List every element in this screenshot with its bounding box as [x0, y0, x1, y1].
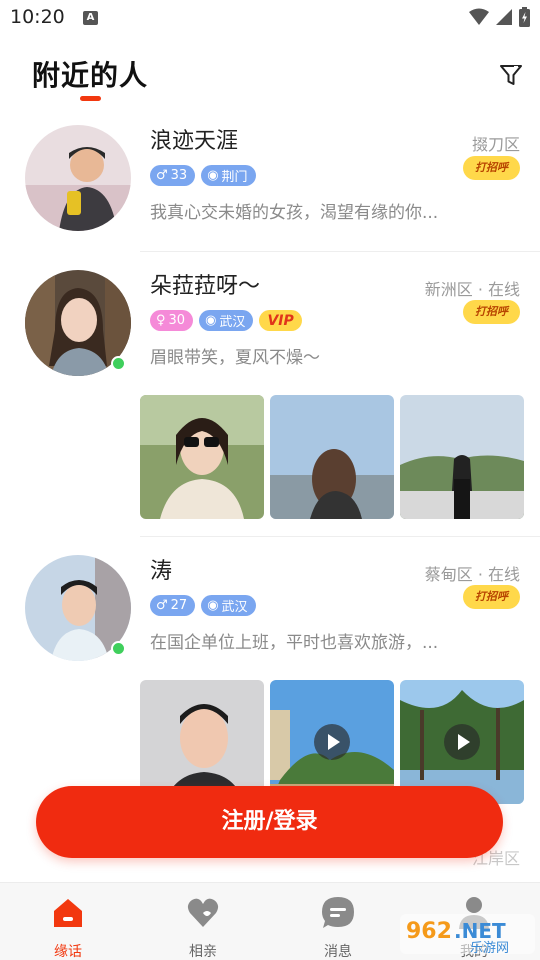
message-icon	[322, 897, 354, 928]
nav-label: 相亲	[189, 944, 217, 960]
signal-icon	[496, 9, 512, 25]
nav-item-messages[interactable]: 消息	[298, 891, 378, 960]
greet-button[interactable]: 打招呼	[463, 585, 520, 609]
user-tags: ♀ 30 ◉ 武汉 VIP	[150, 310, 302, 331]
city-value: 武汉	[221, 600, 248, 615]
city-value: 武汉	[219, 315, 246, 330]
nav-item-home[interactable]: 缘话	[28, 891, 108, 960]
status-time: 10:20	[10, 6, 65, 28]
wifi-icon	[469, 8, 489, 25]
header: 附近的人	[0, 40, 540, 106]
user-location: 蔡甸区 · 在线	[424, 565, 520, 584]
photo-thumbnail[interactable]	[400, 395, 524, 519]
city-tag: ◉ 武汉	[201, 595, 256, 616]
greet-button[interactable]: 打招呼	[463, 300, 520, 324]
age-tag: ♂ 27	[150, 595, 196, 616]
user-bio: 眉眼带笑，夏风不燥～	[150, 348, 320, 368]
location-pin-icon: ◉	[207, 168, 219, 183]
nav-label: 消息	[324, 944, 352, 960]
title-active-indicator	[80, 96, 101, 101]
battery-icon	[519, 7, 530, 27]
user-name[interactable]: 涛	[150, 553, 172, 585]
online-indicator	[111, 356, 126, 371]
female-icon: ♀	[156, 313, 166, 328]
photo-gallery	[140, 395, 524, 519]
city-tag: ◉ 荆门	[201, 165, 256, 186]
user-card[interactable]: 涛 蔡甸区 · 在线 打招呼 ♂ 27 ◉ 武汉 在国企单位上班，平时也喜欢旅游，.…	[0, 537, 540, 822]
nav-item-matchmaking[interactable]: 相亲	[163, 891, 243, 960]
age-tag: ♂ 33	[150, 165, 196, 186]
location-pin-icon: ◉	[207, 598, 219, 613]
city-tag: ◉ 武汉	[199, 310, 254, 331]
watermark-logo: 962 .NET 乐游网	[400, 912, 535, 956]
filter-icon[interactable]	[496, 60, 526, 90]
user-bio: 在国企单位上班，平时也喜欢旅游，...	[150, 633, 439, 653]
age-value: 30	[168, 313, 186, 328]
user-tags: ♂ 27 ◉ 武汉	[150, 595, 256, 616]
svg-text:乐游网: 乐游网	[470, 941, 509, 956]
age-value: 27	[170, 598, 188, 613]
status-icons	[469, 7, 530, 27]
male-icon: ♂	[156, 168, 168, 183]
user-name[interactable]: 朵菈菈呀～	[150, 268, 260, 300]
city-value: 荆门	[221, 170, 248, 185]
avatar[interactable]	[25, 125, 131, 231]
vip-badge: VIP	[259, 310, 302, 331]
user-name[interactable]: 浪迹天涯	[150, 123, 238, 155]
page-title: 附近的人	[32, 59, 149, 92]
svg-text:962: 962	[406, 919, 452, 944]
user-card[interactable]: 朵菈菈呀～ 新洲区 · 在线 打招呼 ♀ 30 ◉ 武汉 VIP 眉眼带笑，夏风不燥…	[0, 252, 540, 537]
play-icon[interactable]	[444, 724, 480, 760]
svg-text:.NET: .NET	[454, 919, 506, 943]
user-tags: ♂ 33 ◉ 荆门	[150, 165, 256, 186]
greet-button[interactable]: 打招呼	[463, 156, 520, 180]
user-bio: 我真心交未婚的女孩，渴望有缘的你...	[150, 203, 439, 223]
photo-thumbnail[interactable]	[270, 395, 394, 519]
heart-icon	[187, 898, 219, 927]
notification-icon: A	[83, 11, 98, 25]
user-card[interactable]: 浪迹天涯 掇刀区 打招呼 ♂ 33 ◉ 荆门 我真心交未婚的女孩，渴望有缘的你...	[0, 112, 540, 252]
status-bar: 10:20 A	[0, 0, 540, 36]
male-icon: ♂	[156, 598, 168, 613]
register-login-button[interactable]: 注册/登录	[36, 786, 503, 858]
age-tag: ♀ 30	[150, 310, 194, 331]
play-icon[interactable]	[314, 724, 350, 760]
location-pin-icon: ◉	[205, 313, 217, 328]
nav-label: 缘话	[54, 944, 82, 960]
online-indicator	[111, 641, 126, 656]
user-feed: 浪迹天涯 掇刀区 打招呼 ♂ 33 ◉ 荆门 我真心交未婚的女孩，渴望有缘的你...…	[0, 112, 540, 822]
user-location: 掇刀区	[471, 135, 520, 154]
home-icon	[54, 899, 82, 927]
user-location: 新洲区 · 在线	[424, 280, 520, 299]
photo-thumbnail[interactable]	[140, 395, 264, 519]
age-value: 33	[170, 168, 188, 183]
